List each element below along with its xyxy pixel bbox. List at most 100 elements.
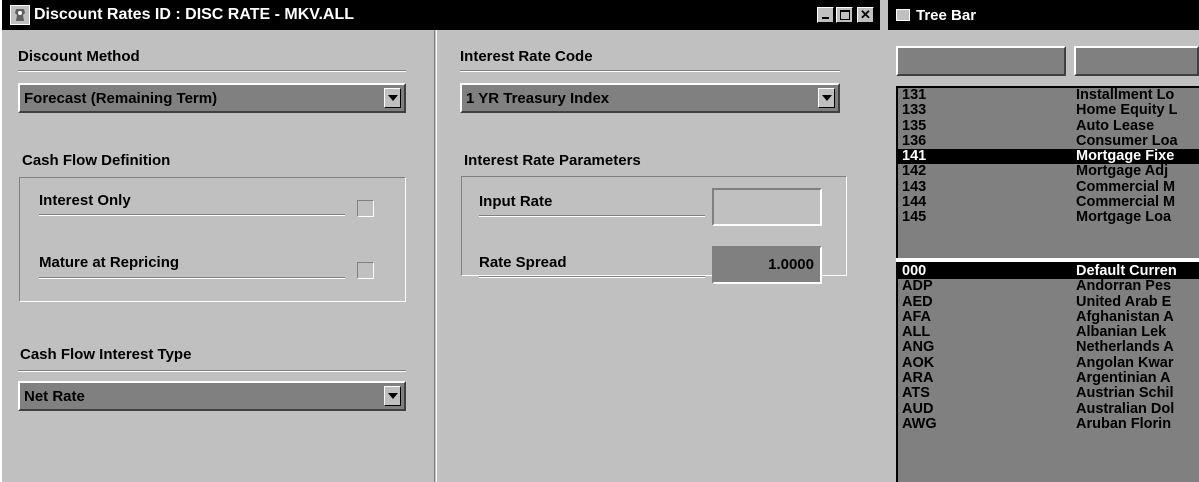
item-name: Angolan Kwar (1076, 354, 1174, 371)
item-code: AOK (902, 354, 935, 371)
list-item[interactable]: AFA Afghanistan A (898, 308, 1199, 325)
interest-only-checkbox[interactable] (357, 200, 374, 217)
item-name: Australian Dol (1076, 400, 1175, 417)
tree-bar-window: Tree Bar 131 Installment Lo 133 Home Equity… (888, 0, 1199, 482)
item-code: 135 (902, 117, 927, 134)
system-menu-icon[interactable] (10, 5, 30, 25)
item-name: United Arab E (1076, 293, 1172, 310)
item-code: 144 (902, 194, 927, 211)
item-code: 000 (902, 263, 927, 279)
item-name: Afghanistan A (1076, 308, 1174, 325)
item-code: 136 (902, 132, 927, 149)
list-item[interactable]: ADP Andorran Pes (898, 279, 1199, 294)
list-item[interactable]: ARA Argentinian A (898, 371, 1199, 386)
chevron-down-icon[interactable] (818, 88, 835, 108)
item-name: Default Curren (1076, 263, 1177, 279)
list-item[interactable]: 131 Installment Lo (898, 88, 1199, 103)
item-name: Mortgage Fixe (1076, 148, 1175, 165)
chevron-down-icon[interactable] (384, 386, 401, 406)
item-code: 141 (902, 148, 927, 165)
pane-divider[interactable] (434, 30, 437, 482)
list-item[interactable]: 141 Mortgage Fixe (898, 148, 1199, 165)
item-name: Commercial M (1076, 194, 1176, 211)
discount-method-label: Discount Method (18, 48, 140, 65)
item-name: Austrian Schil (1076, 385, 1174, 402)
list-item[interactable]: 136 Consumer Loa (898, 132, 1199, 149)
tree-bar-title-bar[interactable]: Tree Bar (888, 0, 1199, 30)
item-name: Aruban Florin (1076, 415, 1172, 432)
tree-bar-title: Tree Bar (916, 6, 977, 24)
minimize-button[interactable] (817, 7, 834, 23)
separator (39, 277, 345, 279)
title-bar[interactable]: Discount Rates ID : DISC RATE - MKV.ALL … (2, 0, 880, 30)
input-rate-label: Input Rate (479, 193, 553, 210)
item-code: AFA (902, 308, 931, 325)
item-code: 131 (902, 87, 927, 103)
list-item[interactable]: AUD Australian Dol (898, 400, 1199, 417)
cash-flow-definition-label: Cash Flow Definition (22, 152, 171, 169)
item-name: Commercial M (1076, 178, 1176, 195)
tree-filter-field-1[interactable] (896, 46, 1066, 76)
separator (18, 70, 406, 72)
window-title: Discount Rates ID : DISC RATE - MKV.ALL (34, 6, 355, 23)
item-code: ALL (902, 324, 931, 341)
item-code: 142 (902, 163, 927, 180)
list-item[interactable]: ANG Netherlands A (898, 340, 1199, 355)
item-code: ANG (902, 339, 935, 356)
rate-spread-value: 1.0000 (768, 256, 814, 273)
list-item[interactable]: 144 Commercial M (898, 195, 1199, 210)
list-item[interactable]: ALL Albanian Lek (898, 325, 1199, 340)
list-item[interactable]: 143 Commercial M (898, 178, 1199, 195)
list-item[interactable]: 133 Home Equity L (898, 103, 1199, 118)
item-name: Consumer Loa (1076, 132, 1178, 149)
item-name: Home Equity L (1076, 102, 1178, 119)
list-item[interactable]: 142 Mortgage Adj (898, 164, 1199, 179)
list-item[interactable]: AWG Aruban Florin (898, 415, 1199, 432)
item-code: AWG (902, 415, 937, 432)
list-item[interactable]: AED United Arab E (898, 293, 1199, 310)
item-code: AED (902, 293, 933, 310)
interest-only-label: Interest Only (39, 192, 131, 209)
item-code: ATS (902, 385, 930, 402)
input-rate-field[interactable] (712, 188, 822, 226)
chevron-down-icon[interactable] (384, 88, 401, 108)
discount-rates-window: Discount Rates ID : DISC RATE - MKV.ALL … (0, 0, 880, 482)
separator (460, 70, 840, 72)
item-name: Andorran Pes (1076, 278, 1172, 295)
cash-flow-interest-type-label: Cash Flow Interest Type (20, 346, 192, 363)
close-button[interactable]: ✕ (857, 7, 874, 23)
interest-rate-parameters-label: Interest Rate Parameters (464, 152, 641, 169)
list-item[interactable]: ATS Austrian Schil (898, 386, 1199, 401)
item-code: ADP (902, 278, 933, 295)
product-list[interactable]: 131 Installment Lo 133 Home Equity L 135 Auto… (896, 86, 1199, 258)
item-name: Argentinian A (1076, 370, 1171, 387)
separator (39, 214, 345, 216)
separator (479, 276, 705, 278)
currency-list[interactable]: 000 Default Curren ADP Andorran Pes AED Unite… (896, 262, 1199, 482)
cash-flow-interest-type-value: Net Rate (24, 388, 85, 405)
rate-spread-field[interactable]: 1.0000 (712, 246, 822, 284)
interest-rate-code-dropdown[interactable]: 1 YR Treasury Index (460, 83, 840, 113)
item-code: 145 (902, 209, 927, 226)
item-code: ARA (902, 370, 934, 387)
tree-filter-field-2[interactable] (1074, 46, 1199, 76)
list-item[interactable]: 000 Default Curren (898, 263, 1199, 280)
interest-rate-code-value: 1 YR Treasury Index (466, 90, 610, 107)
item-code: 133 (902, 102, 927, 119)
discount-method-value: Forecast (Remaining Term) (24, 90, 218, 107)
list-item[interactable]: 145 Mortgage Loa (898, 210, 1199, 225)
item-name: Albanian Lek (1076, 324, 1167, 341)
item-name: Installment Lo (1076, 87, 1175, 103)
separator (479, 215, 705, 217)
maximize-button[interactable] (836, 7, 853, 23)
cash-flow-interest-type-dropdown[interactable]: Net Rate (18, 381, 406, 411)
item-name: Mortgage Adj (1076, 163, 1169, 180)
item-name: Netherlands A (1076, 339, 1174, 356)
item-name: Auto Lease (1076, 117, 1155, 134)
discount-method-dropdown[interactable]: Forecast (Remaining Term) (18, 83, 406, 113)
item-code: AUD (902, 400, 934, 417)
window-icon (896, 9, 910, 21)
list-item[interactable]: AOK Angolan Kwar (898, 354, 1199, 371)
mature-at-repricing-checkbox[interactable] (357, 262, 374, 279)
list-item[interactable]: 135 Auto Lease (898, 117, 1199, 134)
